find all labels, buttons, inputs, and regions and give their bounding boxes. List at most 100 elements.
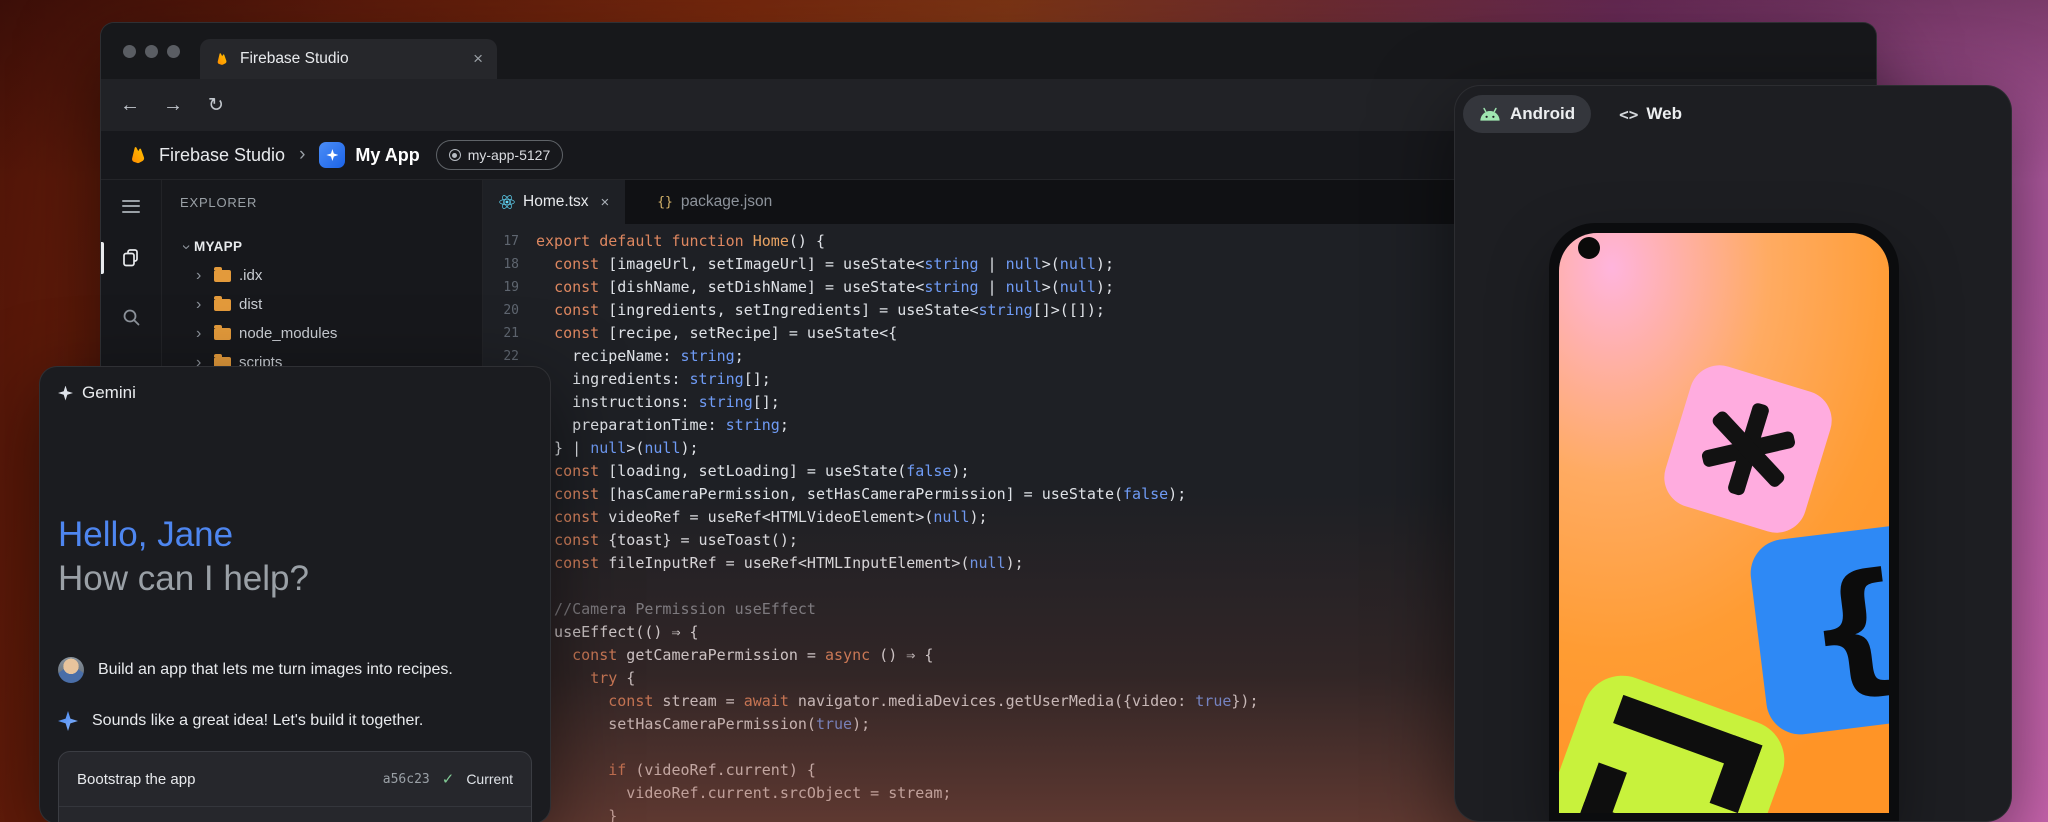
device-preview-panel: Android <> Web { xyxy=(1454,85,2012,822)
code-line-text: const getCameraPermission = async () ⇒ { xyxy=(536,646,933,664)
code-line-text: const [dishName, setDishName] = useState… xyxy=(536,278,1114,296)
task-title: Bootstrap the app xyxy=(77,771,371,788)
app-name[interactable]: My App xyxy=(355,145,419,166)
commit-hash: a56c23 xyxy=(383,772,430,787)
tree-item-dist[interactable]: › dist xyxy=(162,290,482,319)
back-button[interactable]: ← xyxy=(115,79,145,131)
code-line-text: //Camera Permission useEffect xyxy=(536,600,816,618)
tree-item-idx[interactable]: › .idx xyxy=(162,261,482,290)
chevron-right-icon: › xyxy=(196,296,212,314)
spark-icon xyxy=(326,149,338,161)
greeting-line1: Hello, Jane xyxy=(58,513,309,557)
window-control-dot[interactable] xyxy=(145,45,158,58)
task-card-header[interactable]: Bootstrap the app a56c23 ✓ Current xyxy=(59,752,531,806)
code-line-text: instructions: string[]; xyxy=(536,393,780,411)
code-line-text: const {toast} = useToast(); xyxy=(536,531,798,549)
window-control-dot[interactable] xyxy=(123,45,136,58)
file-change-row[interactable]: src/pages/Home.tsx +122 xyxy=(59,807,531,822)
avatar xyxy=(58,657,84,683)
line-number: 17 xyxy=(483,230,519,253)
code-line-text: const [loading, setLoading] = useState(f… xyxy=(536,462,969,480)
code-line-text: if (videoRef.current) { xyxy=(536,761,816,779)
explorer-title: EXPLORER xyxy=(180,195,257,210)
user-message-text: Build an app that lets me turn images in… xyxy=(98,661,453,679)
toggle-android[interactable]: Android xyxy=(1463,95,1591,133)
tab-label: Home.tsx xyxy=(523,193,588,211)
code-line-text: const [recipe, setRecipe] = useState<{ xyxy=(536,324,897,342)
breadcrumb-separator: › xyxy=(299,144,305,166)
firebase-logo-icon xyxy=(127,144,149,166)
code-line-text: export default function Home() { xyxy=(536,232,825,250)
code-line-text: const [ingredients, setIngredients] = us… xyxy=(536,301,1105,319)
window-controls[interactable] xyxy=(123,45,180,58)
line-number: 19 xyxy=(483,276,519,299)
green-bracket-shape xyxy=(1559,664,1796,813)
line-number: 18 xyxy=(483,253,519,276)
greeting-line2: How can I help? xyxy=(58,557,309,601)
platform-toggle: Android <> Web xyxy=(1463,95,1682,133)
gemini-sparkle-icon xyxy=(58,711,78,731)
blue-brace-shape: { xyxy=(1747,520,1889,738)
reload-button[interactable]: ↻ xyxy=(201,79,231,131)
workspace-badge-label: my-app-5127 xyxy=(468,147,551,163)
camera-hole xyxy=(1578,237,1600,259)
toggle-web[interactable]: <> Web xyxy=(1619,104,1682,124)
tree-root[interactable]: › MYAPP xyxy=(162,232,482,261)
tab-home-tsx[interactable]: Home.tsx × xyxy=(483,180,625,224)
chevron-right-icon: › xyxy=(196,267,212,285)
tree-item-label: node_modules xyxy=(239,325,337,342)
tab-package-json[interactable]: {} package.json xyxy=(641,180,788,224)
task-card: Bootstrap the app a56c23 ✓ Current src/p… xyxy=(58,751,532,822)
code-line-text: const videoRef = useRef<HTMLVideoElement… xyxy=(536,508,988,526)
code-line-text: const fileInputRef = useRef<HTMLInputEle… xyxy=(536,554,1024,572)
code-line-text: videoRef.current.srcObject = stream; xyxy=(536,784,951,802)
folder-icon xyxy=(214,299,231,311)
phone-mockup: { xyxy=(1549,223,1899,822)
line-number: 22 xyxy=(483,345,519,368)
tab-close-icon[interactable]: × xyxy=(473,49,483,69)
android-label: Android xyxy=(1510,104,1575,124)
code-line-text: recipeName: string; xyxy=(536,347,744,365)
tab-label: package.json xyxy=(681,193,772,211)
window-titlebar: Firebase Studio × xyxy=(101,23,1876,79)
forward-button[interactable]: → xyxy=(158,79,188,131)
code-line-text: useEffect(() ⇒ { xyxy=(536,623,699,641)
folder-icon xyxy=(214,328,231,340)
assistant-message: Sounds like a great idea! Let's build it… xyxy=(58,711,532,731)
line-number: 21 xyxy=(483,322,519,345)
firebase-favicon-icon xyxy=(214,51,230,67)
code-line-text: } | null>(null); xyxy=(536,439,699,457)
search-icon[interactable] xyxy=(101,299,161,335)
code-line-text: const [hasCameraPermission, setHasCamera… xyxy=(536,485,1186,503)
gemini-greeting: Hello, Jane How can I help? xyxy=(58,513,309,601)
brand-title[interactable]: Firebase Studio xyxy=(159,145,285,166)
folder-icon xyxy=(214,270,231,282)
code-line-text: const [imageUrl, setImageUrl] = useState… xyxy=(536,255,1114,273)
assistant-message-text: Sounds like a great idea! Let's build it… xyxy=(92,712,423,730)
phone-screen[interactable]: { xyxy=(1559,233,1889,813)
gemini-title: Gemini xyxy=(82,383,136,403)
tree-root-label: MYAPP xyxy=(194,239,242,254)
user-message: Build an app that lets me turn images in… xyxy=(58,657,532,683)
files-icon[interactable] xyxy=(101,240,161,276)
braces-icon: {} xyxy=(657,195,673,210)
code-line-text: const stream = await navigator.mediaDevi… xyxy=(536,692,1258,710)
check-icon: ✓ xyxy=(442,770,455,788)
tree-item-label: .idx xyxy=(239,267,262,284)
screenshot-root: Firebase Studio × ← → ↻ studio.firebase.… xyxy=(0,0,2048,822)
android-icon xyxy=(1479,107,1501,122)
brace-glyph: { xyxy=(1798,553,1889,704)
status-label: Current xyxy=(466,771,513,787)
window-control-dot[interactable] xyxy=(167,45,180,58)
tree-item-node-modules[interactable]: › node_modules xyxy=(162,319,482,348)
gemini-sparkle-icon xyxy=(58,386,73,401)
chevron-down-icon: › xyxy=(177,239,195,255)
menu-icon[interactable] xyxy=(101,188,161,224)
browser-tab-title: Firebase Studio xyxy=(240,50,473,68)
tab-close-icon[interactable]: × xyxy=(600,194,609,211)
workspace-badge[interactable]: my-app-5127 xyxy=(436,140,564,170)
code-line-text: ingredients: string[]; xyxy=(536,370,771,388)
browser-tab[interactable]: Firebase Studio × xyxy=(200,39,497,79)
gemini-panel: Gemini Hello, Jane How can I help? Build… xyxy=(39,366,551,822)
code-line-text: preparationTime: string; xyxy=(536,416,789,434)
